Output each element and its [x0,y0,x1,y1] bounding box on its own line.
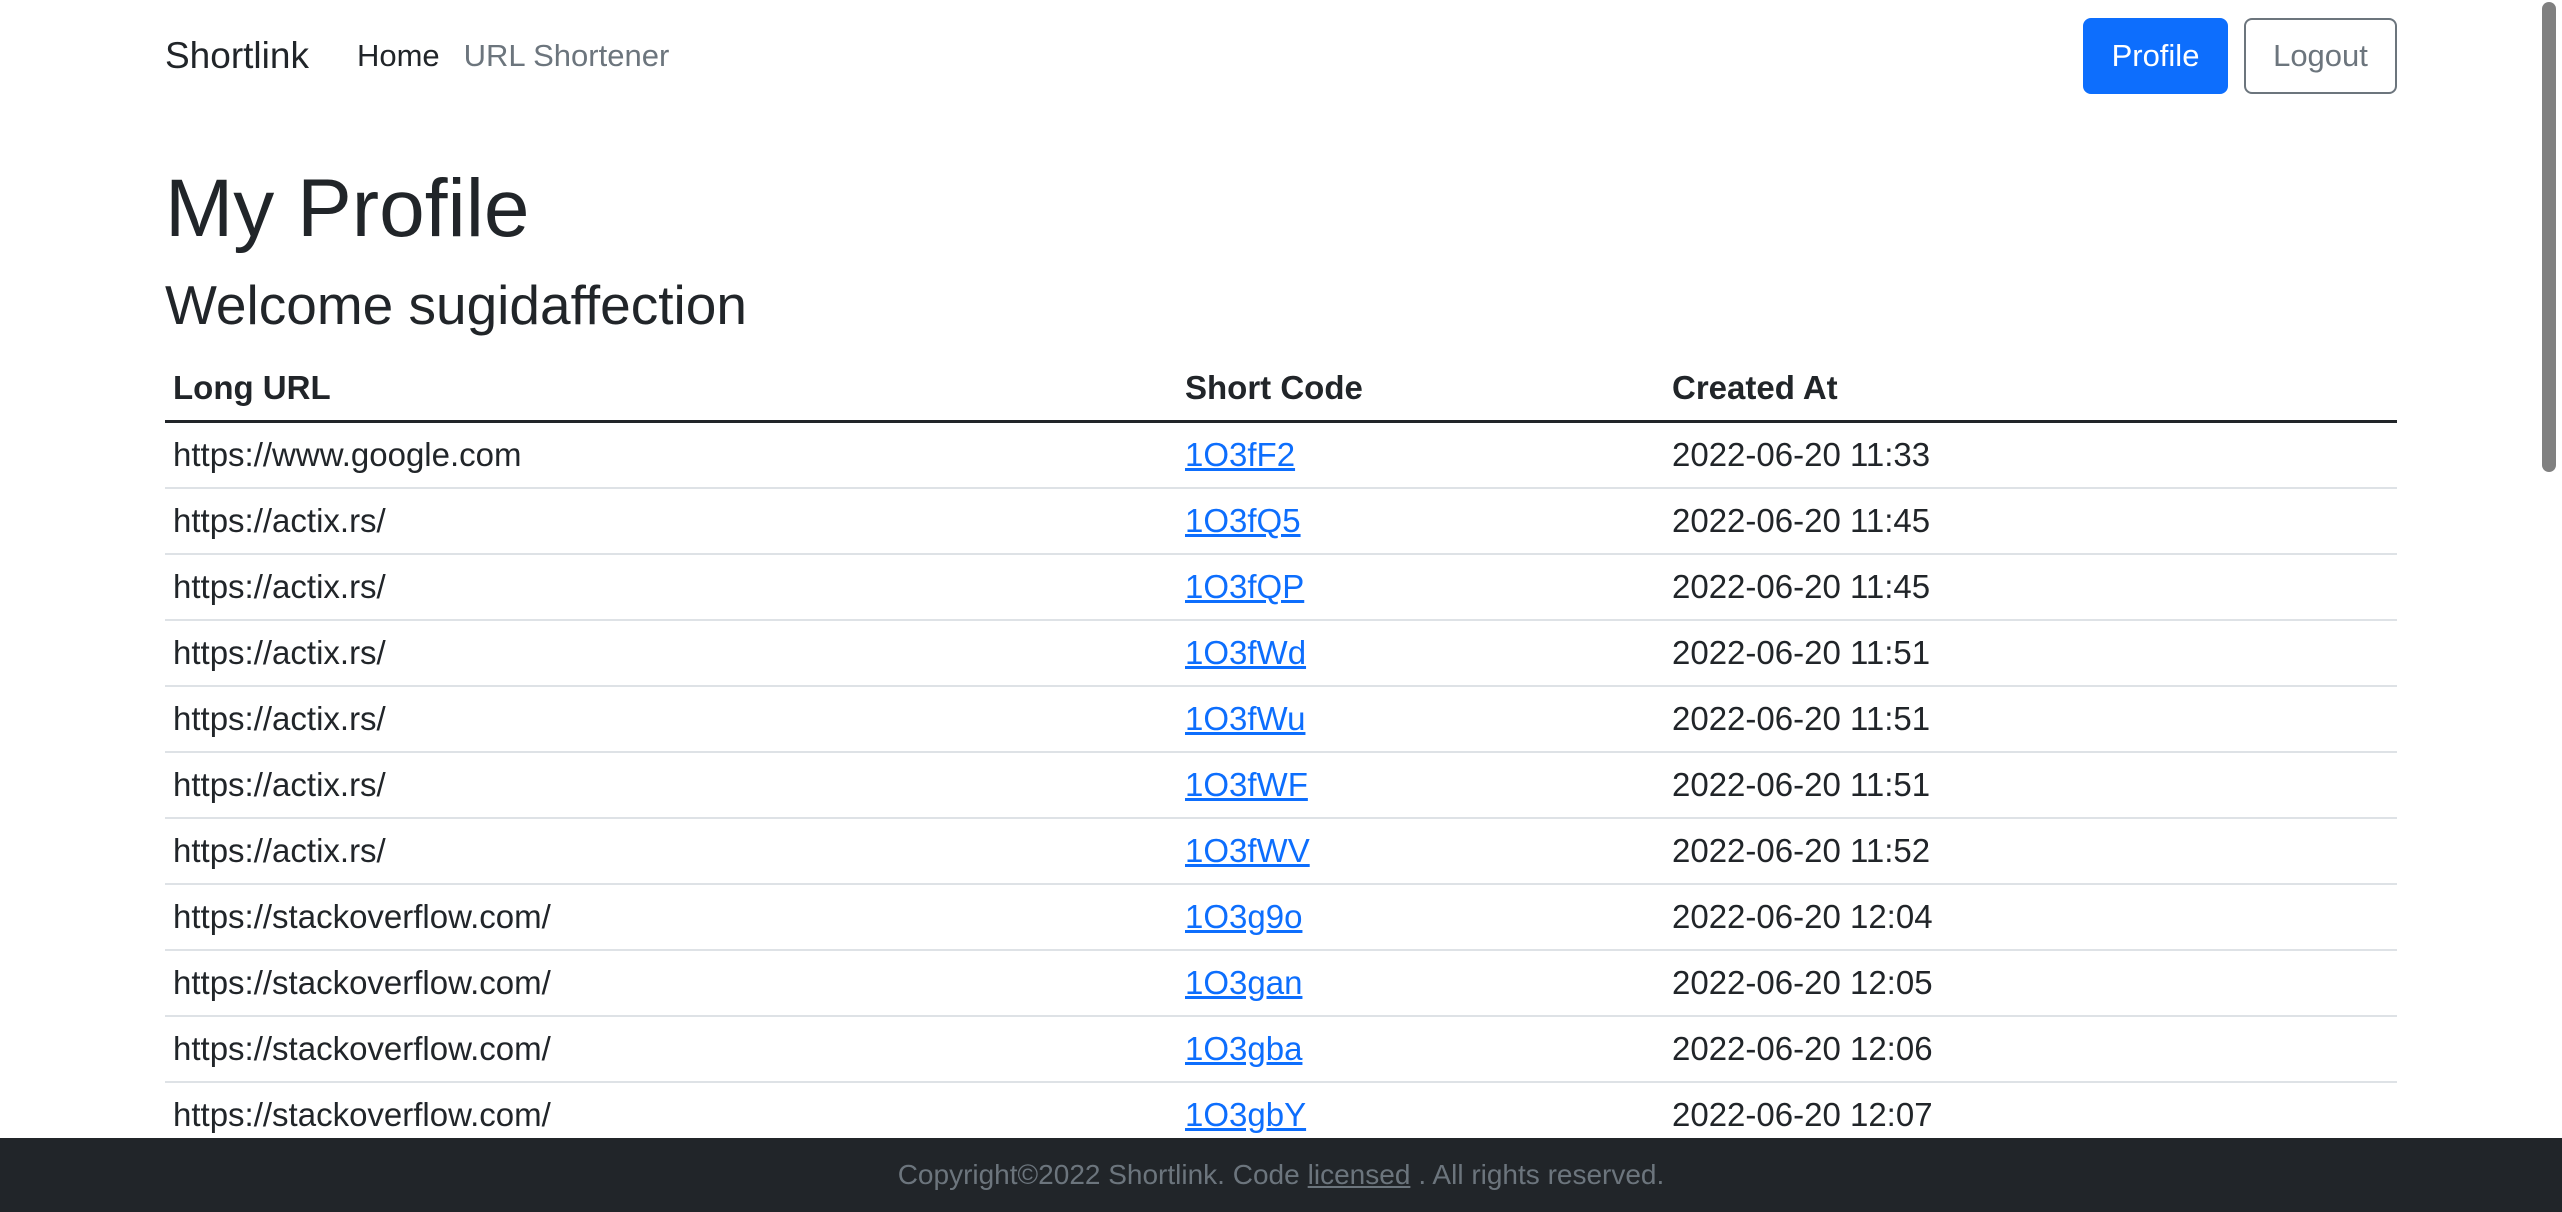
short-code-cell: 1O3fF2 [1177,421,1664,489]
footer-copyright: Copyright©2022 Shortlink. Code [897,1159,1300,1190]
created-at-cell: 2022-06-20 12:05 [1664,950,2397,1017]
navbar-actions: Profile Logout [2083,18,2397,94]
table-row: https://actix.rs/1O3fWu 2022-06-20 11:51 [165,686,2397,753]
created-at-cell: 2022-06-20 11:45 [1664,488,2397,555]
short-code-link[interactable]: 1O3fF2 [1185,436,1295,473]
long-url-cell: https://actix.rs/ [165,554,1177,621]
footer-rights: . All rights reserved. [1418,1159,1665,1190]
short-code-link[interactable]: 1O3fWV [1185,832,1310,869]
table-row: https://actix.rs/1O3fQP 2022-06-20 11:45 [165,554,2397,621]
short-code-link[interactable]: 1O3fWu [1185,700,1305,737]
table-row: https://actix.rs/1O3fWV 2022-06-20 11:52 [165,818,2397,885]
nav-link-home[interactable]: Home [357,38,440,74]
short-code-link[interactable]: 1O3g9o [1185,898,1302,935]
links-table: Long URL Short Code Created At https://w… [165,354,2397,1149]
short-code-link[interactable]: 1O3fQP [1185,568,1304,605]
page-title: My Profile [165,163,530,254]
table-row: https://www.google.com 1O3fF2 2022-06-20 1… [165,421,2397,489]
navbar: Shortlink Home URL Shortener Profile Log… [165,0,2397,112]
short-code-cell: 1O3g9o [1177,884,1664,951]
long-url-cell: https://actix.rs/ [165,752,1177,819]
created-at-cell: 2022-06-20 11:51 [1664,752,2397,819]
short-code-link[interactable]: 1O3fWF [1185,766,1308,803]
created-at-cell: 2022-06-20 11:45 [1664,554,2397,621]
short-code-cell: 1O3gba [1177,1016,1664,1083]
short-code-link[interactable]: 1O3gan [1185,964,1302,1001]
short-code-link[interactable]: 1O3fQ5 [1185,502,1301,539]
table-row: https://stackoverflow.com/1O3g9o 2022-06-… [165,884,2397,951]
brand-link[interactable]: Shortlink [165,35,309,77]
table-row: https://stackoverflow.com/1O3gba 2022-06-… [165,1016,2397,1083]
long-url-cell: https://actix.rs/ [165,488,1177,555]
created-at-cell: 2022-06-20 11:51 [1664,686,2397,753]
short-code-cell: 1O3gan [1177,950,1664,1017]
short-code-cell: 1O3fWF [1177,752,1664,819]
short-code-link[interactable]: 1O3gba [1185,1030,1302,1067]
table-body: https://www.google.com 1O3fF2 2022-06-20 1… [165,421,2397,1149]
short-code-cell: 1O3fQ5 [1177,488,1664,555]
long-url-cell: https://actix.rs/ [165,620,1177,687]
short-code-cell: 1O3fWd [1177,620,1664,687]
created-at-cell: 2022-06-20 12:06 [1664,1016,2397,1083]
table-row: https://actix.rs/1O3fQ5 2022-06-20 11:45 [165,488,2397,555]
header-created-at: Created At [1664,354,2397,423]
table-row: https://stackoverflow.com/1O3gan 2022-06-… [165,950,2397,1017]
long-url-cell: https://stackoverflow.com/ [165,950,1177,1017]
short-code-cell: 1O3fQP [1177,554,1664,621]
license-link[interactable]: licensed [1308,1159,1411,1191]
created-at-cell: 2022-06-20 11:33 [1664,421,2397,489]
created-at-cell: 2022-06-20 11:51 [1664,620,2397,687]
table-row: https://actix.rs/1O3fWd 2022-06-20 11:51 [165,620,2397,687]
short-code-cell: 1O3fWu [1177,686,1664,753]
header-short-code: Short Code [1177,354,1664,423]
table-header-row: Long URL Short Code Created At [165,354,2397,423]
table-row: https://actix.rs/1O3fWF 2022-06-20 11:51 [165,752,2397,819]
header-long-url: Long URL [165,354,1177,423]
long-url-cell: https://actix.rs/ [165,686,1177,753]
profile-button[interactable]: Profile [2083,18,2228,94]
footer: Copyright©2022 Shortlink. Code licensed … [0,1138,2562,1212]
welcome-heading: Welcome sugidaffection [165,274,747,336]
short-code-link[interactable]: 1O3gbY [1185,1096,1306,1133]
long-url-cell: https://www.google.com [165,421,1177,489]
nav-link-url-shortener[interactable]: URL Shortener [464,38,670,74]
long-url-cell: https://stackoverflow.com/ [165,884,1177,951]
vertical-scrollbar[interactable] [2542,2,2556,472]
created-at-cell: 2022-06-20 11:52 [1664,818,2397,885]
long-url-cell: https://actix.rs/ [165,818,1177,885]
created-at-cell: 2022-06-20 12:04 [1664,884,2397,951]
short-code-link[interactable]: 1O3fWd [1185,634,1306,671]
logout-button[interactable]: Logout [2244,18,2397,94]
short-code-cell: 1O3fWV [1177,818,1664,885]
long-url-cell: https://stackoverflow.com/ [165,1016,1177,1083]
